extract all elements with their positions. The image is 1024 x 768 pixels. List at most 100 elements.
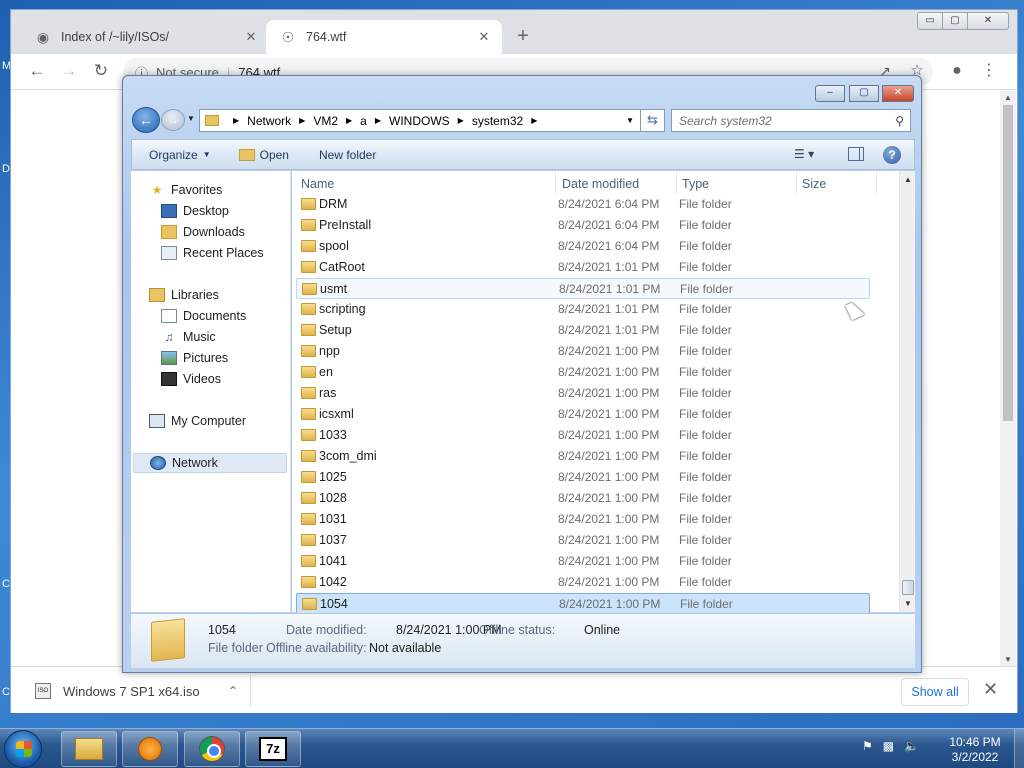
- forward-arrow-icon[interactable]: →: [161, 109, 185, 131]
- nav-network[interactable]: Network: [133, 453, 287, 473]
- refresh-icon[interactable]: ⇆: [641, 109, 665, 132]
- close-icon[interactable]: ✕: [243, 29, 259, 45]
- desktop-icon-label[interactable]: C: [2, 686, 10, 698]
- breadcrumb-arrow-icon[interactable]: ▶: [458, 116, 464, 125]
- file-row[interactable]: npp 8/24/2021 1:00 PM File folder: [296, 341, 870, 362]
- search-input[interactable]: Search system32 ⚲: [671, 109, 911, 132]
- close-download-bar-icon[interactable]: ✕: [983, 679, 998, 700]
- network-status-icon[interactable]: ▩: [883, 739, 894, 753]
- file-row[interactable]: DRM 8/24/2021 6:04 PM File folder: [296, 194, 870, 215]
- breadcrumb-system32[interactable]: system32: [472, 114, 523, 128]
- tab-index-of-isos[interactable]: ◉ Index of /~lily/ISOs/ ✕: [21, 20, 269, 54]
- taskbar-explorer-button[interactable]: [61, 731, 117, 767]
- file-row[interactable]: PreInstall 8/24/2021 6:04 PM File folder: [296, 215, 870, 236]
- file-row[interactable]: 1025 8/24/2021 1:00 PM File folder: [296, 467, 870, 488]
- column-header-size[interactable]: Size: [802, 177, 826, 191]
- reload-icon[interactable]: ↻: [89, 60, 113, 84]
- nav-documents[interactable]: Documents: [161, 306, 246, 326]
- nav-pictures[interactable]: Pictures: [161, 348, 228, 368]
- taskbar-media-player-button[interactable]: [122, 731, 178, 767]
- desktop-icon-label[interactable]: D: [2, 163, 10, 175]
- chrome-minimize-button[interactable]: ▭: [917, 12, 943, 30]
- column-divider[interactable]: [676, 172, 677, 194]
- nav-my-computer[interactable]: My Computer: [149, 411, 246, 431]
- kebab-menu-icon[interactable]: ⋮: [977, 60, 1001, 84]
- file-list-scrollbar[interactable]: ▲ ▼: [899, 171, 915, 612]
- file-row[interactable]: 1033 8/24/2021 1:00 PM File folder: [296, 425, 870, 446]
- nav-videos[interactable]: Videos: [161, 369, 221, 389]
- chrome-maximize-button[interactable]: ▢: [942, 12, 968, 30]
- profile-avatar-icon[interactable]: ●: [945, 60, 969, 84]
- page-scrollbar[interactable]: ▲ ▼: [1000, 91, 1016, 666]
- action-center-flag-icon[interactable]: ⚑: [862, 739, 873, 753]
- file-row[interactable]: icsxml 8/24/2021 1:00 PM File folder: [296, 404, 870, 425]
- volume-icon[interactable]: 🔈: [904, 739, 919, 753]
- breadcrumb-arrow-icon[interactable]: ▶: [233, 116, 239, 125]
- nav-recent-places[interactable]: Recent Places: [161, 243, 264, 263]
- chrome-close-button[interactable]: ✕: [967, 12, 1009, 30]
- address-dropdown-icon[interactable]: ▼: [626, 116, 634, 125]
- close-icon[interactable]: ✕: [476, 29, 492, 45]
- column-divider[interactable]: [876, 172, 877, 194]
- nav-downloads[interactable]: Downloads: [161, 222, 245, 242]
- breadcrumb[interactable]: ▶ Network ▶ VM2 ▶ a ▶ WINDOWS ▶ system32…: [199, 109, 641, 132]
- file-row[interactable]: Setup 8/24/2021 1:01 PM File folder: [296, 320, 870, 341]
- new-folder-button[interactable]: New folder: [319, 148, 376, 162]
- new-tab-button[interactable]: +: [511, 25, 535, 49]
- taskbar-chrome-button[interactable]: [184, 731, 240, 767]
- tab-764-wtf[interactable]: ☉ 764.wtf ✕: [266, 20, 502, 54]
- scroll-up-arrow-icon[interactable]: ▲: [1000, 93, 1016, 102]
- file-row[interactable]: 3com_dmi 8/24/2021 1:00 PM File folder: [296, 446, 870, 467]
- breadcrumb-arrow-icon[interactable]: ▶: [346, 116, 352, 125]
- recent-pages-dropdown-icon[interactable]: ▼: [187, 114, 195, 123]
- file-row[interactable]: 1042 8/24/2021 1:00 PM File folder: [296, 572, 870, 593]
- nav-favorites[interactable]: ★ Favorites: [149, 180, 223, 200]
- breadcrumb-arrow-icon[interactable]: ▶: [531, 116, 537, 125]
- scrollbar-thumb[interactable]: [902, 580, 914, 595]
- breadcrumb-vm2[interactable]: VM2: [313, 114, 338, 128]
- column-divider[interactable]: [555, 172, 556, 194]
- scroll-up-arrow-icon[interactable]: ▲: [900, 175, 916, 184]
- preview-pane-icon[interactable]: [848, 147, 864, 161]
- file-row[interactable]: 1031 8/24/2021 1:00 PM File folder: [296, 509, 870, 530]
- file-row[interactable]: 1054 8/24/2021 1:00 PM File folder: [296, 593, 870, 614]
- file-row[interactable]: en 8/24/2021 1:00 PM File folder: [296, 362, 870, 383]
- search-icon[interactable]: ⚲: [895, 114, 904, 128]
- change-view-icon[interactable]: ☰ ▾: [794, 147, 814, 161]
- file-row[interactable]: 1028 8/24/2021 1:00 PM File folder: [296, 488, 870, 509]
- dialog-close-button[interactable]: ✕: [882, 85, 914, 102]
- file-row[interactable]: 1041 8/24/2021 1:00 PM File folder: [296, 551, 870, 572]
- file-row[interactable]: spool 8/24/2021 6:04 PM File folder: [296, 236, 870, 257]
- download-item[interactable]: ISO Windows 7 SP1 x64.iso ⌃: [25, 675, 251, 707]
- file-row[interactable]: scripting 8/24/2021 1:01 PM File folder: [296, 299, 870, 320]
- dialog-minimize-button[interactable]: –: [815, 85, 845, 102]
- taskbar-7zip-button[interactable]: 7z: [245, 731, 301, 767]
- nav-music[interactable]: ♫ Music: [161, 327, 216, 347]
- open-button[interactable]: Open: [238, 148, 289, 162]
- back-arrow-icon[interactable]: ←: [25, 60, 49, 84]
- breadcrumb-arrow-icon[interactable]: ▶: [375, 116, 381, 125]
- show-all-button[interactable]: Show all: [901, 678, 969, 706]
- desktop-icon-label[interactable]: C: [2, 578, 10, 590]
- chevron-up-icon[interactable]: ⌃: [228, 684, 238, 698]
- file-row[interactable]: 1037 8/24/2021 1:00 PM File folder: [296, 530, 870, 551]
- start-button[interactable]: [4, 730, 42, 768]
- nav-libraries[interactable]: Libraries: [149, 285, 219, 305]
- column-header-date[interactable]: Date modified: [562, 177, 639, 191]
- file-row[interactable]: ras 8/24/2021 1:00 PM File folder: [296, 383, 870, 404]
- help-icon[interactable]: ?: [883, 146, 901, 164]
- scroll-down-arrow-icon[interactable]: ▼: [1000, 655, 1016, 664]
- organize-button[interactable]: Organize ▼: [149, 148, 211, 162]
- file-row[interactable]: usmt 8/24/2021 1:01 PM File folder: [296, 278, 870, 299]
- scrollbar-thumb[interactable]: [1003, 105, 1013, 421]
- forward-arrow-icon[interactable]: →: [57, 60, 81, 84]
- dialog-maximize-button[interactable]: ▢: [849, 85, 879, 102]
- breadcrumb-a[interactable]: a: [360, 114, 367, 128]
- breadcrumb-network[interactable]: Network: [247, 114, 291, 128]
- breadcrumb-windows[interactable]: WINDOWS: [389, 114, 450, 128]
- breadcrumb-arrow-icon[interactable]: ▶: [299, 116, 305, 125]
- column-header-name[interactable]: Name: [301, 177, 334, 191]
- column-header-type[interactable]: Type: [682, 177, 709, 191]
- nav-desktop[interactable]: Desktop: [161, 201, 229, 221]
- system-clock[interactable]: 10:46 PM 3/2/2022: [940, 735, 1010, 765]
